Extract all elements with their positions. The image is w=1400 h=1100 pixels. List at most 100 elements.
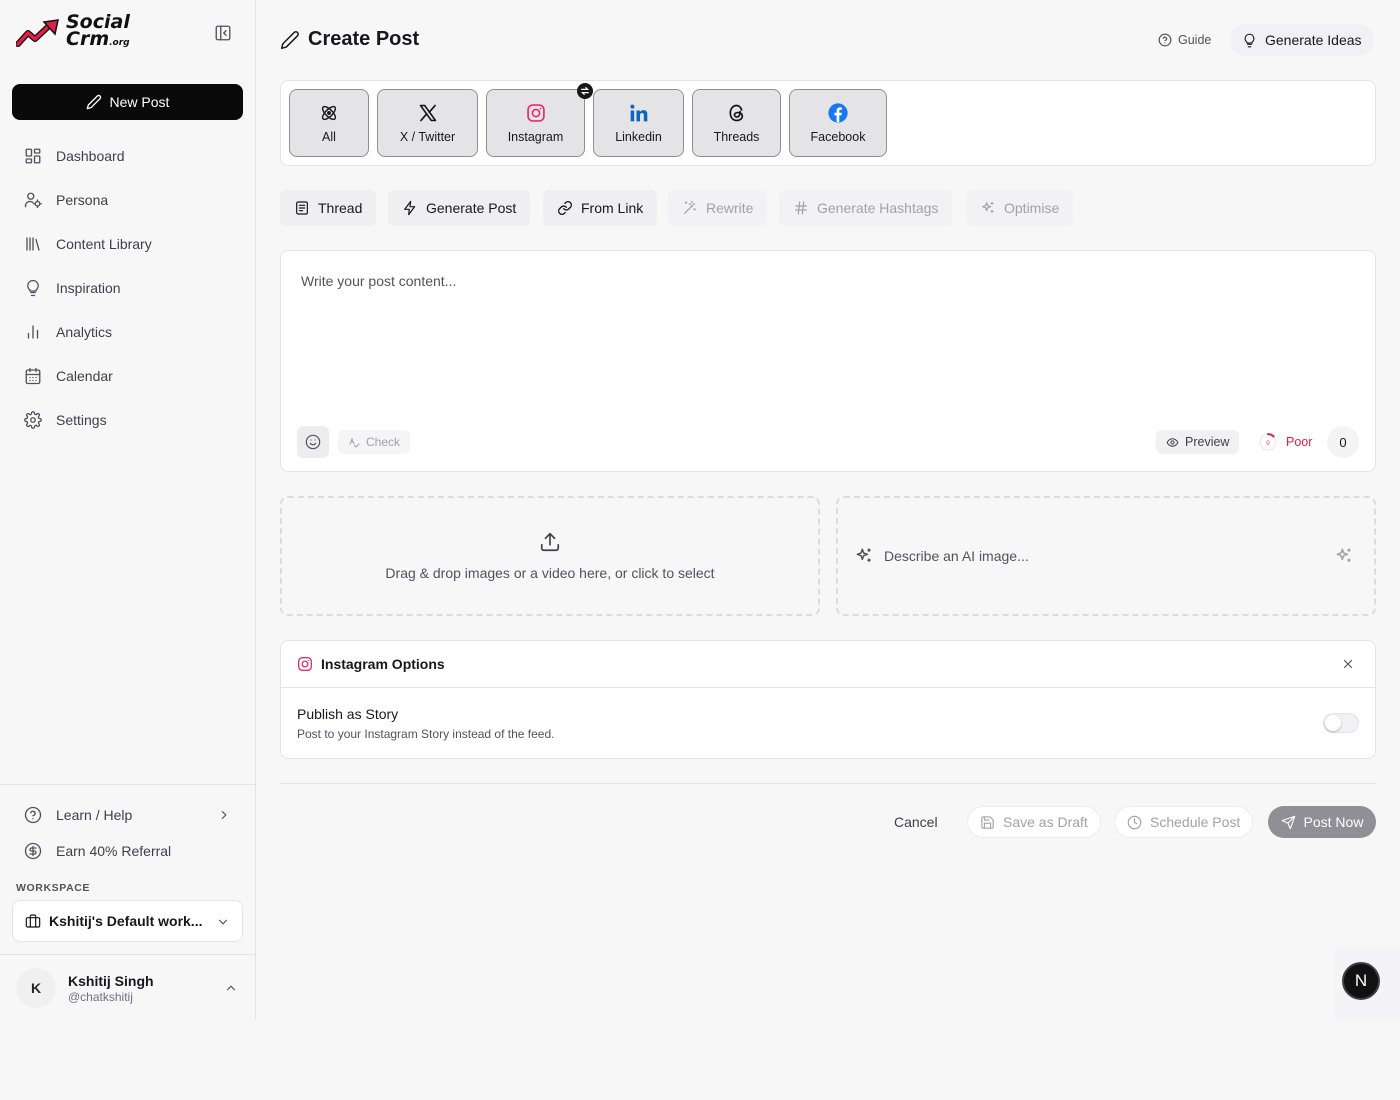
chevron-down-icon [218,919,228,925]
workspace-select[interactable]: Kshitij's Default work... [12,900,243,942]
learn-help-item[interactable]: Learn / Help [12,797,243,833]
lightbulb-icon [27,279,39,297]
platform-label: Threads [713,130,760,144]
sidebar-item-label: Dashboard [56,148,125,164]
generate-post-button[interactable]: Generate Post [388,190,531,226]
pen-icon [280,30,299,49]
brand-logo[interactable]: Social Crm.org [16,13,130,52]
sidebar-collapse-button[interactable] [214,24,232,42]
cancel-label: Cancel [894,814,938,830]
sidebar-item-content-library[interactable]: Content Library [12,222,243,266]
sparkles-icon [856,548,871,562]
sidebar-item-dashboard[interactable]: Dashboard [12,134,243,178]
facebook-icon [828,103,848,123]
sidebar-item-inspiration[interactable]: Inspiration [12,266,243,310]
threads-icon [728,104,743,122]
eye-icon [1166,437,1179,447]
platform-instagram[interactable]: Instagram [486,83,593,157]
magic-wand-icon [684,200,696,214]
swap-badge[interactable] [577,83,593,99]
media-dropzone[interactable]: Drag & drop images or a video here, or c… [280,496,820,616]
thread-label: Thread [318,200,363,216]
sidebar-item-analytics[interactable]: Analytics [12,310,243,354]
guide-button[interactable]: Guide [1152,28,1217,52]
user-menu[interactable]: K Kshitij Singh @chatkshitij [0,954,256,1020]
send-icon [1281,815,1295,829]
post-now-button[interactable]: Post Now [1268,806,1376,838]
spell-check-icon [349,437,360,448]
cancel-button[interactable]: Cancel [882,806,950,838]
platform-all[interactable]: All [289,89,369,157]
emoji-button[interactable] [297,426,329,458]
pen-icon [86,94,101,110]
from-link-label: From Link [581,200,644,216]
toggle-knob [1325,715,1341,731]
dropzone-text: Drag & drop images or a video here, or c… [385,565,715,581]
optimise-button[interactable]: Optimise [966,190,1074,226]
x-icon [419,104,436,122]
sidebar-item-label: Persona [56,192,109,208]
platform-facebook[interactable]: Facebook [789,89,887,157]
swap-arrows-icon [580,87,590,95]
calendar-icon [25,367,41,385]
referral-item[interactable]: Earn 40% Referral [12,833,243,869]
platform-label: Linkedin [615,130,662,144]
generate-ideas-button[interactable]: Generate Ideas [1230,24,1374,56]
generate-image-sparkles-icon[interactable] [1334,546,1354,566]
schedule-post-button[interactable]: Schedule Post [1114,806,1254,838]
post-content-placeholder: Write your post content... [301,273,457,289]
sidebar-item-calendar[interactable]: Calendar [12,354,243,398]
chevron-right-icon [221,810,227,820]
optimise-label: Optimise [1004,200,1060,216]
from-link-button[interactable]: From Link [543,190,658,226]
page-title-text: Create Post [308,28,420,50]
library-icon [26,237,40,251]
preview-button[interactable]: Preview [1156,430,1240,454]
sidebar-item-label: Inspiration [56,280,121,296]
dollar-circle-icon [24,842,42,860]
character-count: 0 [1327,426,1359,458]
atom-icon [321,105,337,121]
linkedin-icon [629,104,647,122]
sidebar-item-label: Settings [56,412,107,428]
logo-chart-icon [16,19,59,47]
platform-linkedin[interactable]: Linkedin [593,89,684,157]
platform-threads[interactable]: Threads [692,89,781,157]
publish-story-toggle[interactable] [1323,713,1359,733]
post-content-editor[interactable]: Write your post content... Check Preview… [280,250,1376,472]
learn-help-label: Learn / Help [56,807,133,823]
sidebar-item-persona[interactable]: Persona [12,178,243,222]
new-post-button[interactable]: New Post [12,84,243,120]
panel-left-icon [215,25,231,41]
platform-label: All [322,130,336,144]
platform-x-twitter[interactable]: X / Twitter [377,89,478,157]
close-icon[interactable] [1341,657,1355,671]
sidebar-item-label: Calendar [56,368,113,384]
publish-story-description: Post to your Instagram Story instead of … [297,727,555,741]
sidebar-bottom-divider [0,784,256,785]
instagram-options-title: Instagram Options [321,656,445,672]
new-post-label: New Post [109,94,170,110]
briefcase-icon [25,914,41,928]
upload-icon [540,532,560,552]
dev-tools-badge[interactable]: N [1342,962,1380,1000]
hashtag-icon [795,201,807,215]
generate-post-label: Generate Post [426,200,517,216]
guide-label: Guide [1178,33,1212,47]
score-label: Poor [1286,435,1313,449]
spell-check-button[interactable]: Check [338,430,411,454]
dashboard-icon [25,148,41,164]
generate-hashtags-button[interactable]: Generate Hashtags [779,190,953,226]
svg-text:0: 0 [1266,441,1270,447]
user-handle: @chatkshitij [68,990,133,1004]
rewrite-button[interactable]: Rewrite [668,190,768,226]
content-score: 0 Poor [1258,429,1312,455]
save-draft-button[interactable]: Save as Draft [967,806,1101,838]
platform-label: Facebook [810,130,866,144]
sidebar-item-label: Analytics [56,324,113,340]
help-circle-icon [1158,33,1172,47]
page-title: Create Post [280,28,419,51]
ai-image-prompt[interactable]: Describe an AI image... [836,496,1376,616]
thread-button[interactable]: Thread [280,190,377,226]
sidebar-item-settings[interactable]: Settings [12,398,243,442]
